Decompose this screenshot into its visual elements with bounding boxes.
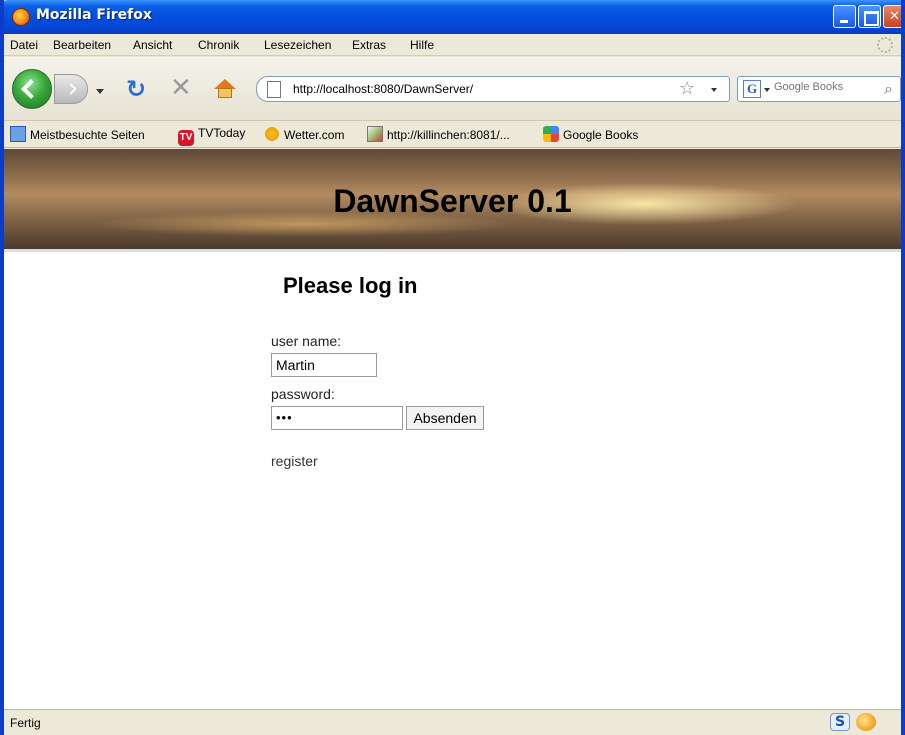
home-wall — [218, 88, 232, 98]
tvtoday-icon: TV — [178, 130, 194, 146]
password-field[interactable]: ••• — [271, 406, 403, 430]
stop-icon[interactable]: ✕ — [170, 75, 194, 101]
status-bar: Fertig S — [4, 709, 901, 735]
maximize-button[interactable] — [858, 5, 881, 28]
search-icon[interactable]: ⌕ — [884, 79, 893, 99]
bookmarks-toolbar: Meistbesuchte Seiten TV TVToday Wetter.co… — [4, 122, 901, 148]
menu-bearbeiten[interactable]: Bearbeiten — [53, 38, 111, 52]
s-addon-icon[interactable]: S — [830, 713, 850, 731]
reload-icon[interactable]: ↻ — [126, 77, 150, 101]
maximize-icon — [859, 6, 880, 27]
weather-icon — [264, 126, 280, 142]
google-books-icon — [543, 126, 559, 142]
search-input[interactable] — [774, 81, 874, 93]
menu-chronik[interactable]: Chronik — [198, 38, 239, 52]
submit-button[interactable]: Absenden — [406, 406, 484, 430]
menu-hilfe[interactable]: Hilfe — [410, 38, 434, 52]
bookmark-star-icon[interactable]: ☆ — [679, 78, 695, 99]
bookmark-killinchen[interactable]: http://killinchen:8081/... — [367, 126, 510, 144]
bookmark-label: TVToday — [198, 126, 246, 140]
bookmark-label: Google Books — [563, 128, 639, 142]
search-engine-icon[interactable]: G — [743, 80, 761, 98]
page-heading: Please log in — [283, 273, 418, 298]
window-title: Mozilla Firefox — [36, 7, 152, 23]
close-icon: ✕ — [889, 9, 900, 24]
title-bar: Mozilla Firefox ✕ — [4, 0, 901, 34]
close-button[interactable]: ✕ — [883, 5, 901, 28]
navigation-toolbar: ↻ ✕ http://localhost:8080/DawnServer/ ☆ … — [4, 57, 901, 121]
bookmark-wetter[interactable]: Wetter.com — [264, 126, 344, 144]
site-title: DawnServer 0.1 — [333, 183, 572, 219]
search-engine-dropdown-icon[interactable] — [764, 88, 770, 92]
forward-button[interactable] — [54, 74, 88, 104]
menu-lesezeichen[interactable]: Lesezeichen — [264, 38, 331, 52]
password-label: password: — [271, 386, 335, 402]
username-field[interactable]: Martin — [271, 353, 377, 377]
address-bar[interactable]: http://localhost:8080/DawnServer/ ☆ — [256, 76, 730, 102]
menu-ansicht[interactable]: Ansicht — [133, 38, 172, 52]
site-banner: DawnServer 0.1 — [4, 149, 901, 252]
menu-extras[interactable]: Extras — [352, 38, 386, 52]
status-text: Fertig — [10, 716, 41, 730]
url-text[interactable]: http://localhost:8080/DawnServer/ — [293, 82, 473, 96]
bookmark-label: Meistbesuchte Seiten — [30, 128, 145, 142]
addon-status-icon[interactable] — [856, 713, 876, 731]
url-dropdown-icon[interactable] — [711, 88, 717, 92]
minimize-icon — [834, 6, 855, 27]
page-thumbnail-icon — [367, 126, 383, 142]
minimize-button[interactable] — [833, 5, 856, 28]
menu-bar: Datei Bearbeiten Ansicht Chronik Lesezei… — [4, 34, 901, 56]
page-icon — [267, 81, 281, 98]
most-visited-icon — [10, 126, 26, 142]
activity-throbber-icon — [877, 37, 893, 53]
bookmark-tvtoday[interactable]: TV TVToday — [178, 126, 246, 146]
firefox-icon — [12, 8, 30, 26]
bookmark-most-visited[interactable]: Meistbesuchte Seiten — [10, 126, 145, 144]
bookmark-label: Wetter.com — [284, 128, 345, 142]
bookmark-label: http://killinchen:8081/... — [387, 128, 510, 142]
back-button[interactable] — [12, 69, 52, 109]
search-bar[interactable]: G ⌕ — [737, 76, 901, 102]
bookmark-google-books[interactable]: Google Books — [543, 126, 638, 144]
page-content: DawnServer 0.1 Please log in user name: … — [4, 149, 901, 709]
browser-window: Mozilla Firefox ✕ Datei Bearbeiten Ansic… — [0, 0, 905, 735]
home-icon[interactable] — [214, 79, 236, 99]
menu-datei[interactable]: Datei — [10, 38, 38, 52]
register-link[interactable]: register — [271, 453, 318, 469]
history-dropdown-icon[interactable] — [96, 89, 104, 94]
username-label: user name: — [271, 333, 342, 349]
